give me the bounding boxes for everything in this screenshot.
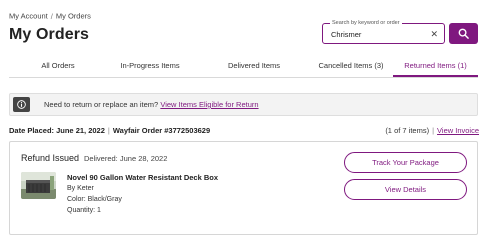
page-title: My Orders (9, 26, 90, 43)
info-icon (13, 97, 30, 112)
close-icon[interactable]: ✕ (430, 27, 438, 41)
tab-in-progress[interactable]: In-Progress Items (107, 56, 193, 77)
item-count: (1 of 7 items) (385, 126, 430, 135)
search-legend: Search by keyword or order (330, 19, 402, 27)
order-actions: (1 of 7 items) | View Invoice (385, 126, 479, 135)
breadcrumb-my-orders[interactable]: My Orders (56, 12, 91, 21)
order-meta: Date Placed: June 21, 2022 | Wayfair Order… (9, 126, 211, 135)
search-input[interactable] (331, 28, 421, 40)
track-package-button[interactable]: Track Your Package (344, 152, 467, 173)
search-button[interactable] (449, 23, 478, 44)
refund-status: Refund Issued (21, 153, 80, 163)
tab-cancelled[interactable]: Cancelled Items (3) (309, 56, 393, 77)
product-image[interactable] (21, 172, 56, 199)
product-color: Color: Black/Gray (67, 196, 122, 203)
breadcrumb: My Account / My Orders (9, 11, 91, 21)
notice-text: Need to return or replace an item? (44, 100, 159, 109)
tab-delivered[interactable]: Delivered Items (204, 56, 304, 77)
notice-text-wrap: Need to return or replace an item? View … (44, 100, 259, 109)
order-item-card: Refund Issued Delivered: June 28, 2022 N… (9, 141, 478, 235)
product-name[interactable]: Novel 90 Gallon Water Resistant Deck Box (67, 173, 218, 182)
breadcrumb-separator: / (50, 11, 53, 21)
view-eligible-returns-link[interactable]: View Items Eligible for Return (160, 100, 258, 109)
view-details-button[interactable]: View Details (344, 179, 467, 200)
product-quantity: Quantity: 1 (67, 207, 101, 214)
view-invoice-link[interactable]: View Invoice (437, 126, 479, 135)
search-icon (458, 28, 469, 39)
date-placed: Date Placed: June 21, 2022 (9, 126, 105, 135)
breadcrumb-my-account[interactable]: My Account (9, 12, 48, 21)
product-brand: By Keter (67, 185, 94, 192)
tab-all-orders[interactable]: All Orders (9, 56, 107, 77)
search-field[interactable]: Search by keyword or order ✕ (322, 19, 445, 44)
return-notice: Need to return or replace an item? View … (9, 93, 478, 116)
tab-returned[interactable]: Returned Items (1) (393, 56, 478, 77)
order-number: Wayfair Order #3772503629 (112, 126, 211, 135)
order-tabs: All Orders In-Progress Items Delivered I… (9, 56, 478, 78)
delivered-date: Delivered: June 28, 2022 (84, 154, 168, 163)
